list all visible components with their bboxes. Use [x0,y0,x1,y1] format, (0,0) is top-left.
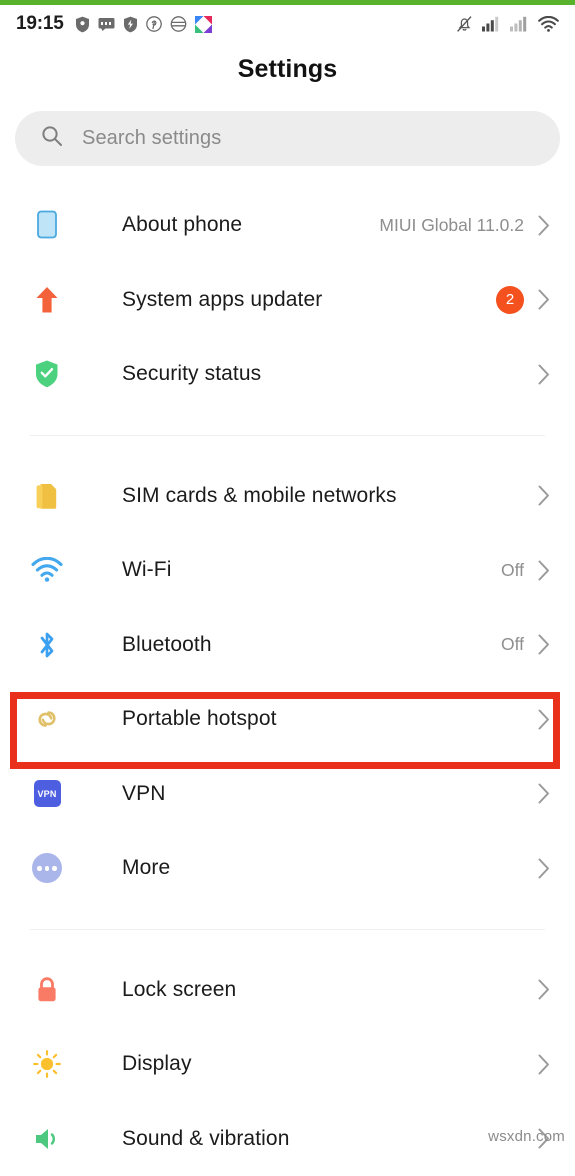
status-bar: 19:15 [0,5,575,43]
settings-row-right [538,364,550,385]
group-spacer [0,412,575,435]
chevron-right-icon [538,364,550,385]
settings-row-more[interactable]: More [0,831,575,906]
status-clock: 19:15 [16,13,64,35]
settings-row-lock-screen[interactable]: Lock screen [0,953,575,1028]
settings-row-label: SIM cards & mobile networks [122,484,397,508]
settings-row-label: VPN [122,782,165,806]
settings-row-label: Sound & vibration [122,1127,289,1151]
settings-row-right: 2 [496,286,550,314]
chevron-right-icon [538,783,550,804]
chevron-right-icon [538,485,550,506]
chevron-right-icon [538,858,550,879]
chevron-right-icon [538,289,550,310]
settings-row-label: Bluetooth [122,633,212,657]
status-badge: 2 [496,286,524,314]
shield-bolt-icon [123,16,138,33]
sun-icon [26,1049,68,1079]
lock-icon [26,975,68,1005]
settings-row-right: Off [501,560,550,581]
more-dot [52,866,57,871]
chevron-right-icon [538,979,550,1000]
vpn-chip-label: VPN [34,780,61,807]
bluetooth-icon [26,630,68,660]
chevron-right-icon [538,215,550,236]
hotspot-icon [26,704,68,734]
signal-bars-icon-1 [482,16,501,32]
app-logo-icon [195,16,212,33]
settings-row-value: MIUI Global 11.0.2 [379,215,524,236]
wifi-icon [538,16,559,32]
watermark: wsxdn.com [488,1128,565,1145]
settings-row-system-apps-updater[interactable]: System apps updater 2 [0,263,575,338]
pinterest-icon [146,16,162,32]
sim-card-icon [26,481,68,511]
message-icon [98,17,115,31]
chevron-right-icon [538,560,550,581]
group-spacer [0,906,575,929]
settings-row-wifi[interactable]: Wi-Fi Off [0,533,575,608]
settings-list: About phone MIUI Global 11.0.2 System ap… [0,188,575,1176]
settings-row-right: MIUI Global 11.0.2 [379,215,550,236]
mute-bell-icon [456,15,473,33]
settings-row-portable-hotspot[interactable]: Portable hotspot [0,682,575,757]
up-arrow-icon [26,285,68,315]
signal-bars-icon-2 [510,16,529,32]
settings-row-sim-cards-mobile-networks[interactable]: SIM cards & mobile networks [0,459,575,534]
more-circle [32,853,62,883]
settings-row-security-status[interactable]: Security status [0,337,575,412]
settings-row-label: Wi-Fi [122,558,171,582]
settings-row-value: Off [501,634,524,655]
status-bar-right [456,15,559,33]
sound-icon [26,1125,68,1153]
settings-row-about-phone[interactable]: About phone MIUI Global 11.0.2 [0,188,575,263]
search-icon [41,125,63,152]
wifi-icon [26,557,68,583]
chevron-right-icon [538,1054,550,1075]
group-spacer [0,436,575,459]
group-spacer [0,930,575,953]
settings-row-label: Portable hotspot [122,707,277,731]
hamburger-bun-icon [170,16,187,32]
settings-row-label: Lock screen [122,978,236,1002]
shield-check-icon [26,359,68,389]
more-dot [45,866,50,871]
settings-row-right [538,858,550,879]
settings-row-right: Off [501,634,550,655]
chevron-right-icon [538,709,550,730]
settings-group-connectivity: SIM cards & mobile networks Wi-Fi Off [0,459,575,906]
shield-icon [75,16,90,33]
status-bar-left: 19:15 [16,13,212,35]
settings-row-value: Off [501,560,524,581]
settings-row-label: System apps updater [122,288,322,312]
settings-row-right [538,709,550,730]
settings-row-label: Display [122,1052,192,1076]
more-dots-icon [26,853,68,883]
settings-row-bluetooth[interactable]: Bluetooth Off [0,608,575,683]
settings-row-vpn[interactable]: VPN VPN [0,757,575,832]
search-placeholder: Search settings [82,127,221,150]
settings-row-label: More [122,856,170,880]
phone-icon [26,210,68,240]
settings-row-right [538,1054,550,1075]
settings-row-display[interactable]: Display [0,1027,575,1102]
page-title: Settings [0,55,575,84]
settings-row-right [538,783,550,804]
settings-row-right [538,485,550,506]
chevron-right-icon [538,634,550,655]
settings-row-label: Security status [122,362,261,386]
settings-row-right [538,979,550,1000]
vpn-icon: VPN [26,780,68,807]
settings-row-label: About phone [122,213,242,237]
search-input[interactable]: Search settings [15,111,560,166]
settings-group-device: About phone MIUI Global 11.0.2 System ap… [0,188,575,412]
more-dot [37,866,42,871]
